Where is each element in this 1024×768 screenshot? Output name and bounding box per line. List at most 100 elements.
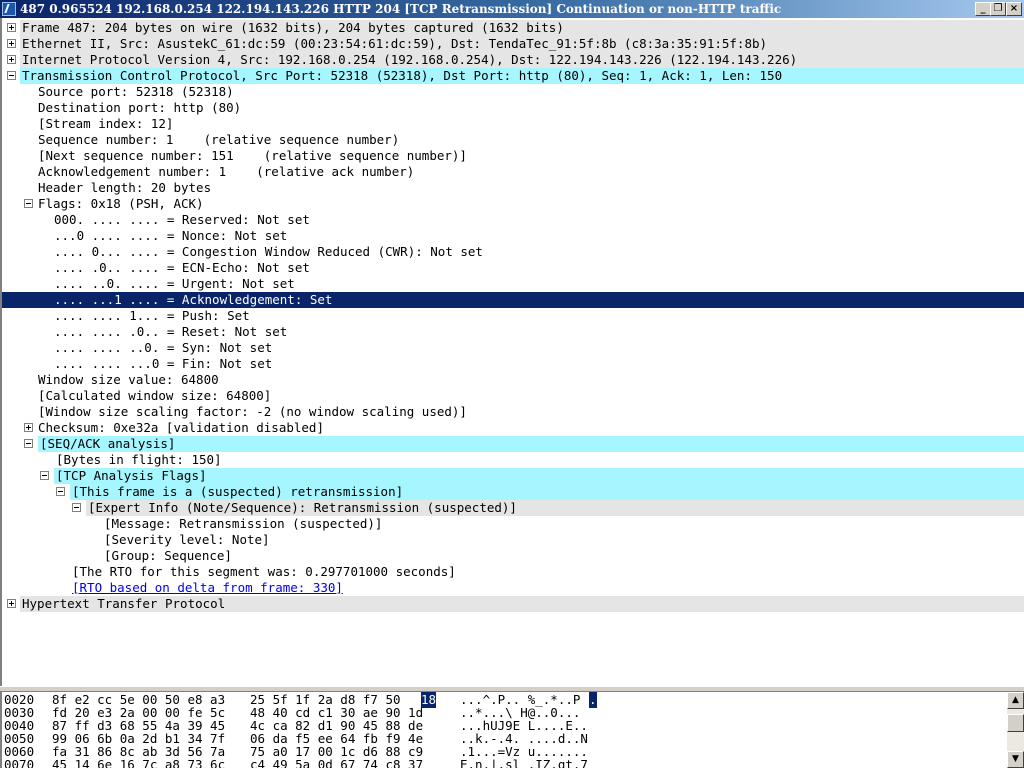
tree-row-flag-syn[interactable]: .... .... ..0. = Syn: Not set [2,340,1024,356]
tree-row-label: Hypertext Transfer Protocol [22,596,226,611]
tree-row-flag-acknowledgement-selected[interactable]: .... ...1 .... = Acknowledgement: Set [2,292,1024,308]
tree-row-label: [Stream index: 12] [38,116,174,131]
hex-vertical-scrollbar[interactable]: ▲ ▼ [1007,692,1024,768]
collapse-icon[interactable] [24,439,33,448]
tree-row-label: [Next sequence number: 151 (relative seq… [38,148,467,163]
expand-icon[interactable] [7,39,16,48]
tree-row-flag-fin[interactable]: .... .... ...0 = Fin: Not set [2,356,1024,372]
tree-row-destination-port[interactable]: Destination port: http (80) [2,100,1024,116]
tree-row-ipv4[interactable]: Internet Protocol Version 4, Src: 192.16… [2,52,1024,68]
tree-row-label: Sequence number: 1 (relative sequence nu… [38,132,400,147]
tree-row-stream-index[interactable]: [Stream index: 12] [2,116,1024,132]
tree-row-calculated-window-size[interactable]: [Calculated window size: 64800] [2,388,1024,404]
tree-row-label: [Severity level: Note] [104,532,270,547]
rto-frame-link[interactable]: [RTO based on delta from frame: 330] [72,580,343,596]
tree-row-seq-ack-analysis[interactable]: [SEQ/ACK analysis] [2,436,1024,452]
hex-row[interactable]: 0070 45 14 6e 16 7c a8 73 6c c4 49 5a 0d… [4,757,588,768]
tree-row-label: Header length: 20 bytes [38,180,212,195]
tree-row-ack-number[interactable]: Acknowledgement number: 1 (relative ack … [2,164,1024,180]
hex-bytes[interactable]: c4 49 5a 0d 67 74 c8 37 [250,757,423,768]
tree-row-label: Internet Protocol Version 4, Src: 192.16… [22,52,798,67]
tree-row-label: [Calculated window size: 64800] [38,388,272,403]
tree-row-label: [SEQ/ACK analysis] [40,436,176,451]
tree-row-label: Transmission Control Protocol, Src Port:… [22,68,783,83]
collapse-icon[interactable] [7,71,16,80]
title-bar: 487 0.965524 192.168.0.254 122.194.143.2… [0,0,1024,18]
tree-row-bytes-in-flight[interactable]: [Bytes in flight: 150] [2,452,1024,468]
scroll-up-arrow-icon[interactable]: ▲ [1007,692,1024,709]
hex-ascii-selected[interactable]: . [589,692,597,708]
window-title: 487 0.965524 192.168.0.254 122.194.143.2… [20,2,782,16]
collapse-icon[interactable] [24,199,33,208]
scroll-down-arrow-icon[interactable]: ▼ [1007,751,1024,768]
collapse-icon[interactable] [56,487,65,496]
tree-row-flag-nonce[interactable]: ...0 .... .... = Nonce: Not set [2,228,1024,244]
tree-row-label: [Window size scaling factor: -2 (no wind… [38,404,467,419]
tree-row-window-size[interactable]: Window size value: 64800 [2,372,1024,388]
tree-row-label: Checksum: 0xe32a [validation disabled] [38,420,324,435]
hex-byte-selected[interactable]: 18 [421,692,437,708]
tree-row-label: Flags: 0x18 (PSH, ACK) [38,196,204,211]
collapse-icon[interactable] [72,503,81,512]
tree-row-label: [TCP Analysis Flags] [56,468,207,483]
tree-row-rto[interactable]: [The RTO for this segment was: 0.2977010… [2,564,1024,580]
tree-row-label: Acknowledgement number: 1 (relative ack … [38,164,415,179]
tree-row-ethernet[interactable]: Ethernet II, Src: AsustekC_61:dc:59 (00:… [2,36,1024,52]
tree-row-tcp[interactable]: Transmission Control Protocol, Src Port:… [2,68,1024,84]
tree-row-label: [Bytes in flight: 150] [56,452,222,467]
collapse-icon[interactable] [40,471,49,480]
tree-row-label: Source port: 52318 (52318) [38,84,234,99]
tree-row-label: 000. .... .... = Reserved: Not set [54,212,310,227]
tree-row-label: [This frame is a (suspected) retransmiss… [72,484,404,499]
tree-row-label: .... .... .0.. = Reset: Not set [54,324,288,339]
tree-row-label: [Expert Info (Note/Sequence): Retransmis… [88,500,517,515]
tree-row-severity-level[interactable]: [Severity level: Note] [2,532,1024,548]
wireshark-app-icon [2,2,16,16]
tree-row-group[interactable]: [Group: Sequence] [2,548,1024,564]
tree-row-label: .... .... ..0. = Syn: Not set [54,340,273,355]
tree-row-label: .... .0.. .... = ECN-Echo: Not set [54,260,310,275]
tree-row-source-port[interactable]: Source port: 52318 (52318) [2,84,1024,100]
tree-row-suspected-retransmission[interactable]: [This frame is a (suspected) retransmiss… [2,484,1024,500]
tree-row-next-sequence-number[interactable]: [Next sequence number: 151 (relative seq… [2,148,1024,164]
tree-row-label: .... .... 1... = Push: Set [54,308,250,323]
tree-row-flag-ecn-echo[interactable]: .... .0.. .... = ECN-Echo: Not set [2,260,1024,276]
expand-icon[interactable] [24,423,33,432]
scroll-thumb[interactable] [1007,714,1024,732]
tree-row-frame[interactable]: Frame 487: 204 bytes on wire (1632 bits)… [2,20,1024,36]
tree-row-label: [Group: Sequence] [104,548,232,563]
tree-row-header-length[interactable]: Header length: 20 bytes [2,180,1024,196]
tree-row-flag-push[interactable]: .... .... 1... = Push: Set [2,308,1024,324]
expand-icon[interactable] [7,23,16,32]
tree-row-sequence-number[interactable]: Sequence number: 1 (relative sequence nu… [2,132,1024,148]
tree-row-expert-info[interactable]: [Expert Info (Note/Sequence): Retransmis… [2,500,1024,516]
tree-row-label: [Message: Retransmission (suspected)] [104,516,383,531]
tree-row-flag-reset[interactable]: .... .... .0.. = Reset: Not set [2,324,1024,340]
minimize-button[interactable]: _ [975,2,991,16]
tree-row-window-scaling-factor[interactable]: [Window size scaling factor: -2 (no wind… [2,404,1024,420]
tree-row-label: .... ..0. .... = Urgent: Not set [54,276,295,291]
tree-row-checksum[interactable]: Checksum: 0xe32a [validation disabled] [2,420,1024,436]
tree-row-http[interactable]: Hypertext Transfer Protocol [2,596,1024,612]
tree-row-label: [The RTO for this segment was: 0.2977010… [72,564,456,579]
expand-icon[interactable] [7,55,16,64]
tree-row-tcp-analysis-flags[interactable]: [TCP Analysis Flags] [2,468,1024,484]
tree-row-expert-message[interactable]: [Message: Retransmission (suspected)] [2,516,1024,532]
packet-bytes-pane[interactable]: 0020 8f e2 cc 5e 00 50 e8 a3 25 5f 1f 2a… [0,692,1024,768]
tree-row-label: Ethernet II, Src: AsustekC_61:dc:59 (00:… [22,36,768,51]
tree-row-label: .... .... ...0 = Fin: Not set [54,356,273,371]
hex-bytes[interactable]: 45 14 6e 16 7c a8 73 6c [52,757,225,768]
packet-details-tree[interactable]: Frame 487: 204 bytes on wire (1632 bits)… [0,18,1024,686]
tree-row-flag-cwr[interactable]: .... 0... .... = Congestion Window Reduc… [2,244,1024,260]
tree-row-flag-reserved[interactable]: 000. .... .... = Reserved: Not set [2,212,1024,228]
tree-row-flag-urgent[interactable]: .... ..0. .... = Urgent: Not set [2,276,1024,292]
tree-row-label: .... ...1 .... = Acknowledgement: Set [54,292,333,307]
expand-icon[interactable] [7,599,16,608]
tree-row-label: Frame 487: 204 bytes on wire (1632 bits)… [22,20,564,35]
tree-row-flags[interactable]: Flags: 0x18 (PSH, ACK) [2,196,1024,212]
tree-row-label: Window size value: 64800 [38,372,219,387]
close-button[interactable]: × [1006,2,1022,16]
tree-row-rto-frame-link[interactable]: [RTO based on delta from frame: 330] [2,580,1024,596]
restore-button[interactable]: ❐ [990,2,1006,16]
hex-ascii[interactable]: E.n.|.sl .IZ.gt.7 [460,757,588,768]
